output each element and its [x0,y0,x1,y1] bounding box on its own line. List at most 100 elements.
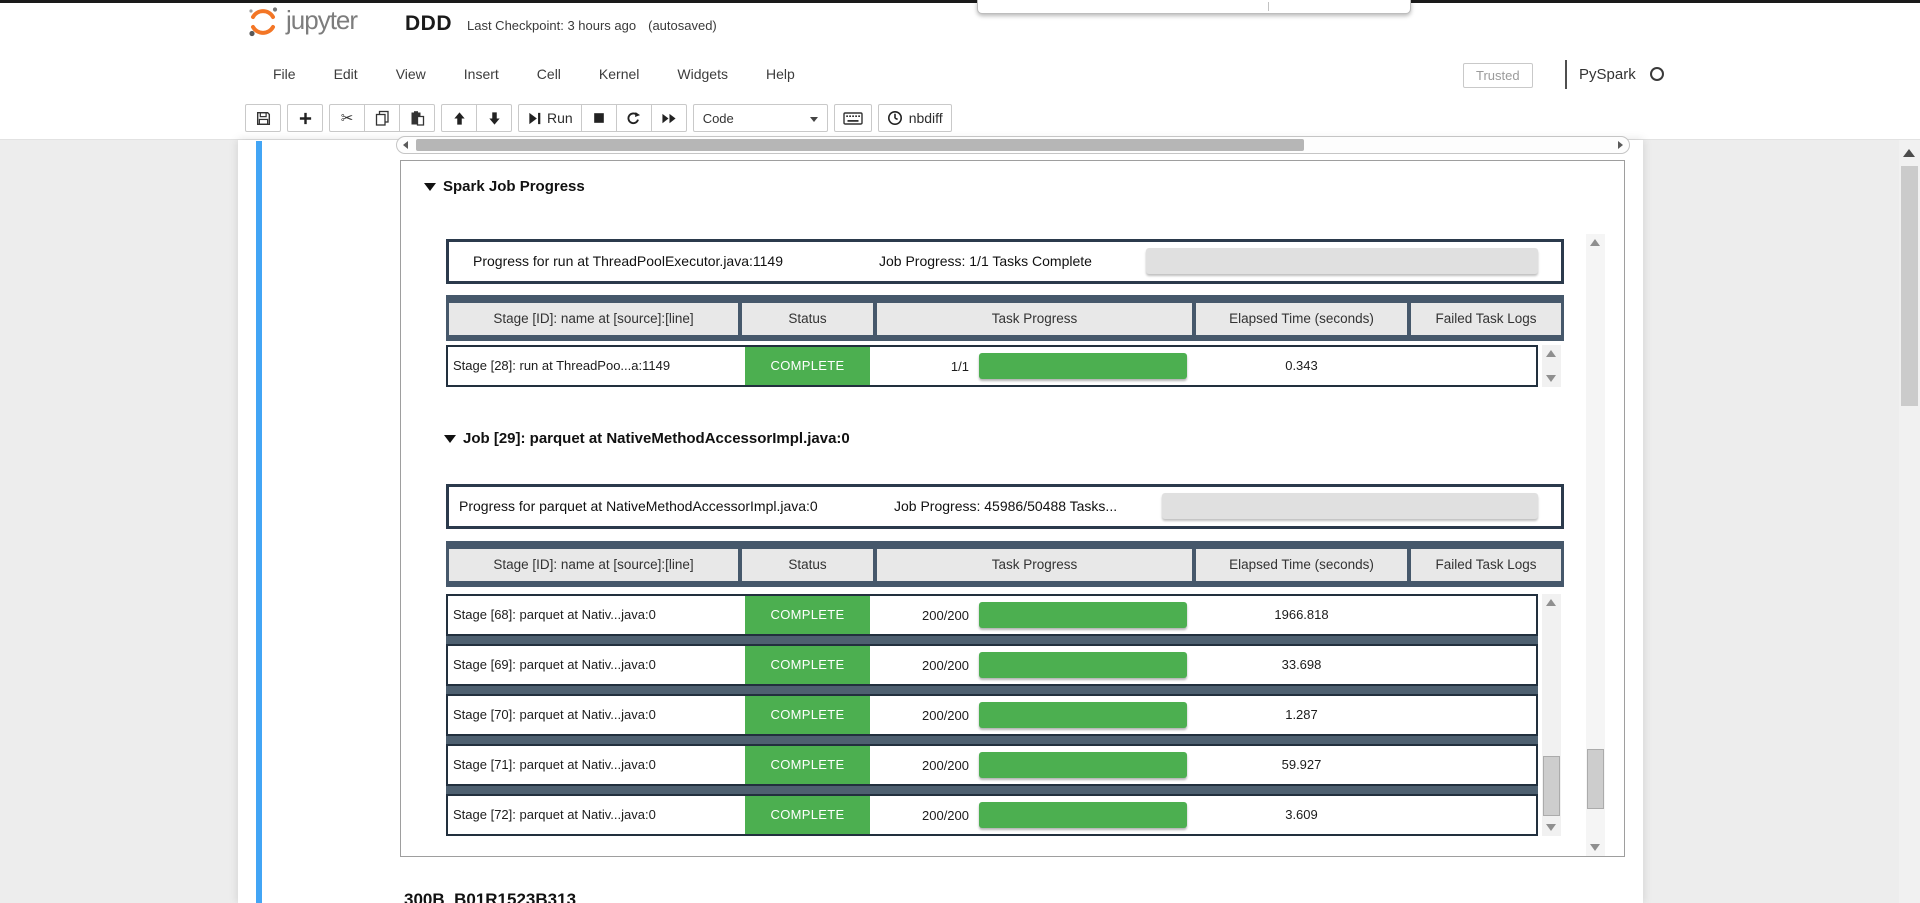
selected-cell-indicator [256,141,262,903]
menu-widgets[interactable]: Widgets [658,54,747,94]
column-stage: Stage [ID]: name at [source]:[line] [449,303,738,335]
failed-logs-cell [1411,347,1535,385]
stage-table-body: Stage [68]: parquet at Nativ...java:0 CO… [446,594,1538,836]
move-cell-down-button[interactable] [476,104,512,132]
stage-progress-bar [979,702,1187,728]
column-failed-task-logs: Failed Task Logs [1411,549,1561,581]
scroll-down-icon[interactable] [1546,824,1556,831]
task-progress-cell: 200/200 [877,596,1192,634]
scrollbar-thumb[interactable] [1543,756,1560,816]
paste-cell-button[interactable] [399,104,435,132]
column-status: Status [742,303,873,335]
find-bar-divider [1268,2,1269,11]
cell-type-select[interactable]: Code [692,104,828,132]
elapsed-cell: 0.343 [1285,358,1318,373]
status-cell: COMPLETE [742,646,873,684]
menu-view[interactable]: View [377,54,445,94]
keyboard-icon [842,111,863,125]
column-elapsed-time: Elapsed Time (seconds) [1196,303,1407,335]
scroll-down-icon[interactable] [1590,844,1600,851]
status-badge: COMPLETE [745,696,870,734]
output-horizontal-scrollbar[interactable] [396,136,1630,154]
table-row: Stage [71]: parquet at Nativ...java:0 CO… [446,744,1538,786]
stage-progress-bar [979,652,1187,678]
job-29-title: Job [29]: parquet at NativeMethodAccesso… [463,430,850,447]
stage-cell: Stage [72]: parquet at Nativ...java:0 [453,807,656,822]
menu-edit[interactable]: Edit [315,54,377,94]
browser-find-bar[interactable] [977,0,1411,14]
scroll-up-icon[interactable] [1546,599,1556,606]
menu-insert[interactable]: Insert [445,54,518,94]
add-cell-button[interactable] [287,104,323,132]
interrupt-kernel-button[interactable] [580,104,617,132]
next-cell-clipped: 300B_B01R1523B313 [404,890,904,903]
arrow-up-icon [453,111,465,125]
notebook-content-area: Spark Job Progress Progress for run at T… [0,136,1920,903]
save-icon [256,111,270,125]
restart-kernel-button[interactable] [615,104,652,132]
tasks-count: 200/200 [922,807,969,823]
trusted-badge[interactable]: Trusted [1463,63,1533,88]
failed-logs-cell [1411,696,1535,734]
task-progress-cell: 200/200 [877,796,1192,834]
menu-help[interactable]: Help [747,54,814,94]
run-icon [529,112,541,124]
scroll-up-icon[interactable] [1590,239,1600,246]
scroll-down-icon[interactable] [1546,375,1556,382]
scroll-up-icon[interactable] [1546,350,1556,357]
stage-cell: Stage [71]: parquet at Nativ...java:0 [453,757,656,772]
scroll-up-icon[interactable] [1903,149,1915,157]
failed-logs-cell [1411,596,1535,634]
failed-logs-cell [1411,746,1535,784]
status-cell: COMPLETE [742,347,873,385]
copy-cell-button[interactable] [364,104,400,132]
scroll-left-icon[interactable] [403,141,408,149]
save-button[interactable] [245,104,281,132]
status-cell: COMPLETE [742,696,873,734]
stage-progress-bar [979,752,1187,778]
column-elapsed-time: Elapsed Time (seconds) [1196,549,1407,581]
table-row: Stage [28]: run at ThreadPoo...a:1149 CO… [446,345,1538,387]
table-row: Stage [70]: parquet at Nativ...java:0 CO… [446,694,1538,736]
toolbar: ✂ Run Code nbdiff [245,104,958,132]
table1-vertical-scrollbar[interactable] [1542,345,1561,387]
horizontal-scrollbar-thumb[interactable] [416,139,1304,151]
cut-cell-button[interactable]: ✂ [329,104,365,132]
status-badge: COMPLETE [745,347,870,385]
job-progress-count: Job Progress: 45986/50488 Tasks... [894,498,1118,514]
run-cell-button[interactable]: Run [518,104,582,132]
fast-forward-icon [662,113,676,123]
copy-icon [375,110,389,126]
column-task-progress: Task Progress [877,303,1192,335]
menu-file[interactable]: File [254,54,315,94]
widget-vertical-scrollbar[interactable] [1586,234,1605,856]
stop-icon [593,113,604,123]
jupyter-logo[interactable]: jupyter [246,5,358,39]
jupyter-planet-icon [249,7,278,37]
scrollbar-thumb[interactable] [1587,749,1604,809]
move-cell-up-button[interactable] [441,104,477,132]
elapsed-cell: 59.927 [1281,757,1322,772]
job-29-heading[interactable]: Job [29]: parquet at NativeMethodAccesso… [444,430,850,447]
scrollbar-thumb[interactable] [1901,166,1918,406]
nbdiff-button[interactable]: nbdiff [877,104,952,132]
stage-progress-bar [979,802,1187,828]
scroll-right-icon[interactable] [1618,141,1623,149]
restart-icon [627,111,641,124]
status-cell: COMPLETE [742,796,873,834]
menu-cell[interactable]: Cell [518,54,580,94]
table2-vertical-scrollbar[interactable] [1542,594,1561,836]
restart-run-all-button[interactable] [650,104,687,132]
elapsed-cell: 33.698 [1281,657,1322,672]
spark-job-progress-heading[interactable]: Spark Job Progress [424,178,585,195]
notebook-title[interactable]: DDD [405,12,452,36]
table-row: Stage [68]: parquet at Nativ...java:0 CO… [446,594,1538,636]
job-progress-box: Progress for parquet at NativeMethodAcce… [446,484,1564,529]
command-palette-button[interactable] [833,104,872,132]
menu-kernel[interactable]: Kernel [580,54,658,94]
page-vertical-scrollbar[interactable] [1899,140,1920,903]
task-progress-cell: 1/1 [877,347,1192,385]
job-progress-label: Progress for parquet at NativeMethodAcce… [459,498,818,514]
cut-icon: ✂ [340,110,354,127]
status-badge: COMPLETE [745,596,870,634]
